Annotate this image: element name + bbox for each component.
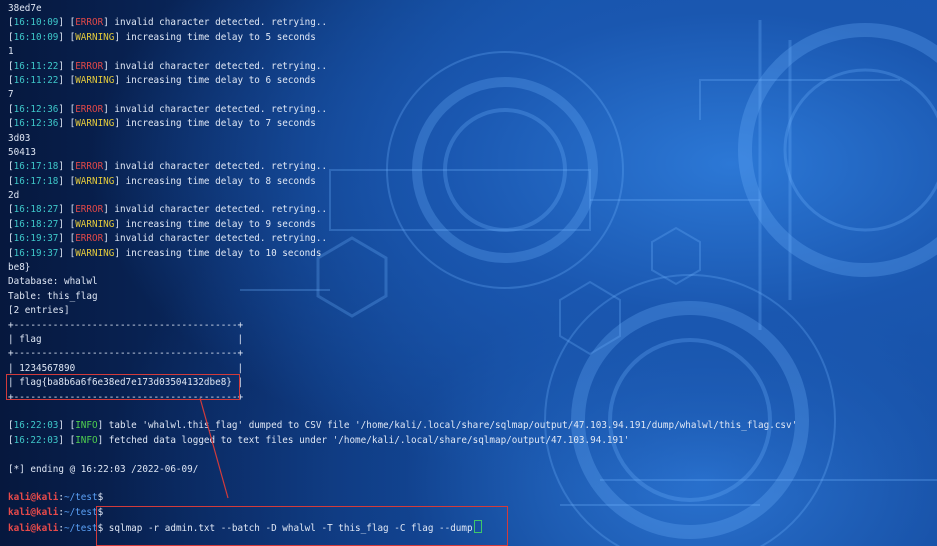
annotation-arrow bbox=[199, 397, 229, 499]
